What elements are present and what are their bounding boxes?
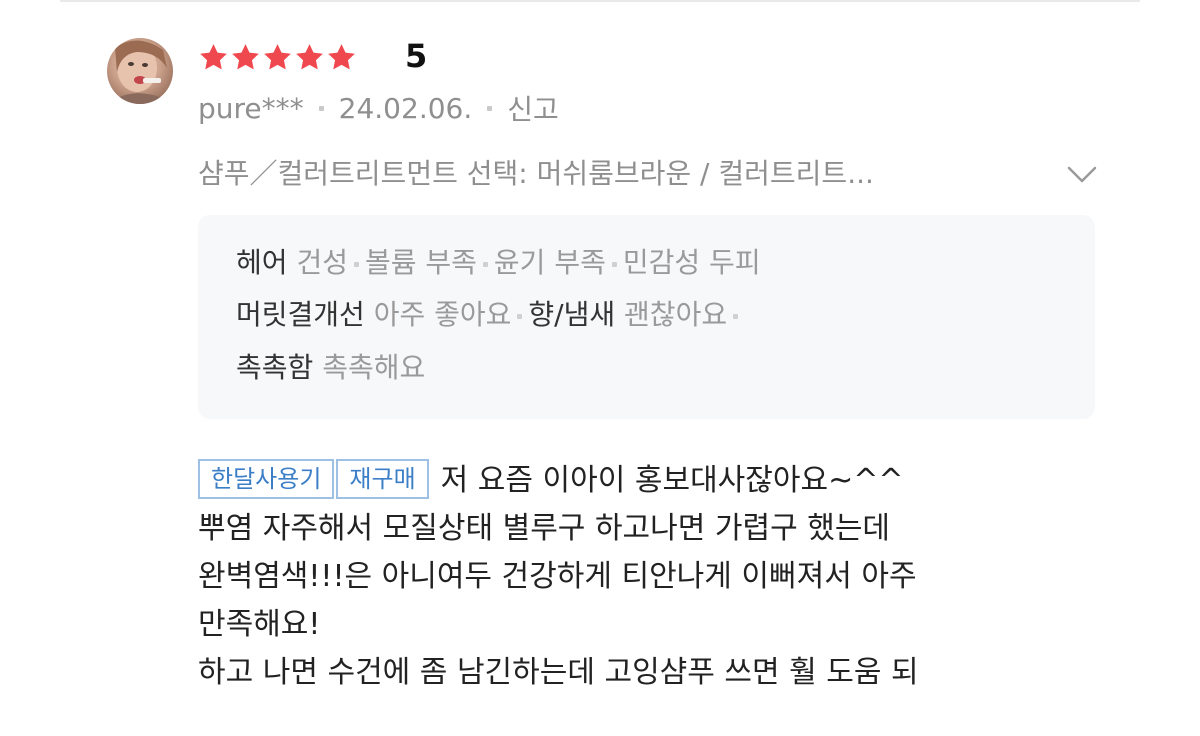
attr-improvement-label: 머릿결개선	[236, 298, 365, 331]
chevron-down-icon[interactable]	[1066, 160, 1098, 188]
review-meta: pure*** 24.02.06. 신고	[198, 88, 559, 128]
attr-scent-label: 향/냄새	[528, 298, 616, 331]
attr-improvement-value: 아주 좋아요	[373, 298, 512, 331]
option-selection[interactable]: 샴푸／컬러트리트먼트 선택: 머쉬룸브라운 / 컬러트리트...	[198, 152, 1098, 196]
separator-dot	[318, 105, 324, 111]
option-text: 샴푸／컬러트리트먼트 선택: 머쉬룸브라운 / 컬러트리트...	[198, 157, 874, 190]
review-text-line: 하고 나면 수건에 좀 남긴하는데 고잉샴푸 쓰면 훨 도움 되	[198, 655, 919, 690]
review-text-line: 만족해요!	[198, 607, 321, 642]
attr-moisture-label: 촉촉함	[236, 351, 314, 384]
username: pure***	[198, 91, 304, 125]
star-rating	[198, 38, 358, 76]
review-item: 5 pure*** 24.02.06. 신고 샴푸／컬러트리트먼트 선택: 머쉬…	[0, 0, 1200, 736]
review-date: 24.02.06.	[338, 91, 473, 125]
review-text-line: 저 요즘 이아이 홍보대사잖아요~^^	[440, 463, 904, 498]
attribute-box: 헤어 건성 볼륨 부족 윤기 부족 민감성 두피 머릿결개선 아주 좋아요 향/냄새 괜…	[198, 215, 1095, 419]
attr-hair-value: 건성	[296, 246, 348, 279]
attr-hair-value: 볼륨 부족	[364, 246, 477, 279]
separator-dot	[733, 313, 739, 319]
attr-scent-value: 괜찮아요	[624, 298, 728, 331]
separator-dot	[611, 261, 617, 267]
star-icon	[264, 43, 291, 69]
star-icon	[296, 43, 323, 69]
separator-dot	[482, 261, 488, 267]
rating-number: 5	[405, 37, 428, 75]
separator-dot	[353, 261, 359, 267]
attr-hair-value: 윤기 부족	[493, 246, 606, 279]
attr-moisture-value: 촉촉해요	[322, 351, 426, 384]
attr-hair-value: 민감성 두피	[622, 246, 761, 279]
attr-improvement: 머릿결개선 아주 좋아요 향/냄새 괜찮아요	[236, 295, 744, 335]
badge-repurchase: 재구매	[336, 459, 429, 499]
badge-monthly-use: 한달사용기	[198, 459, 335, 499]
star-icon	[328, 43, 355, 69]
review-text-line: 완벽염색!!!은 아니여두 건강하게 티안나게 이뻐져서 아주	[198, 559, 917, 594]
review-text-line: 뿌염 자주해서 모질상태 별루구 하고나면 가렵구 했는데	[198, 511, 891, 546]
report-link[interactable]: 신고	[507, 88, 559, 128]
attr-hair: 헤어 건성 볼륨 부족 윤기 부족 민감성 두피	[236, 243, 761, 283]
separator-dot	[517, 313, 523, 319]
attr-moisture: 촉촉함 촉촉해요	[236, 348, 425, 388]
star-icon	[232, 43, 259, 69]
avatar[interactable]	[107, 38, 173, 104]
attr-hair-label: 헤어	[236, 246, 288, 279]
review-body-line: 한달사용기 재구매 저 요즘 이아이 홍보대사잖아요~^^	[198, 457, 1158, 505]
separator-dot	[487, 105, 493, 111]
star-icon	[200, 43, 227, 69]
review-body: 한달사용기 재구매 저 요즘 이아이 홍보대사잖아요~^^ 뿌염 자주해서 모질상태…	[198, 457, 1158, 697]
avatar-photo	[107, 40, 173, 104]
